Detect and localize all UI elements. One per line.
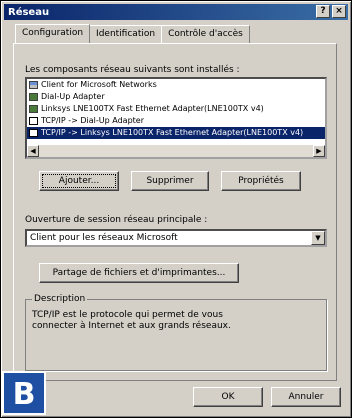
horizontal-scrollbar[interactable]: ◀ ▶ <box>27 145 325 157</box>
title-controls: ? × <box>316 5 346 18</box>
components-list[interactable]: Client for Microsoft Networks Dial-Up Ad… <box>25 77 327 159</box>
list-item[interactable]: Dial-Up Adapter <box>27 91 325 103</box>
scroll-right-icon[interactable]: ▶ <box>313 145 325 157</box>
list-item-selected[interactable]: TCP/IP -> Linksys LNE100TX Fast Ethernet… <box>27 127 325 139</box>
protocol-icon <box>29 129 38 137</box>
title-bar[interactable]: Réseau ? × <box>4 4 348 20</box>
components-label: Les composants réseau suivants sont inst… <box>25 65 240 75</box>
ok-button[interactable]: OK <box>193 387 263 407</box>
tab-strip: Configuration Identification Contrôle d'… <box>15 24 250 44</box>
network-dialog: Réseau ? × Configuration Identification … <box>0 0 352 418</box>
remove-button[interactable]: Supprimer <box>131 171 209 191</box>
list-item-label: Dial-Up Adapter <box>41 92 105 101</box>
list-item[interactable]: TCP/IP -> Dial-Up Adapter <box>27 115 325 127</box>
list-item[interactable]: Client for Microsoft Networks <box>27 79 325 91</box>
logon-select[interactable]: Client pour les réseaux Microsoft ▼ <box>25 229 327 247</box>
logon-label: Ouverture de session réseau principale : <box>25 215 208 225</box>
list-item[interactable]: Linksys LNE100TX Fast Ethernet Adapter(L… <box>27 103 325 115</box>
scroll-left-icon[interactable]: ◀ <box>27 145 39 157</box>
protocol-icon <box>29 117 38 125</box>
list-item-label: Client for Microsoft Networks <box>41 80 157 89</box>
list-item-label: TCP/IP -> Linksys LNE100TX Fast Ethernet… <box>41 128 304 137</box>
help-button[interactable]: ? <box>316 5 330 18</box>
close-button[interactable]: × <box>332 5 346 18</box>
cancel-button[interactable]: Annuler <box>271 387 341 407</box>
adapter-icon <box>29 93 38 101</box>
step-badge: B <box>2 371 46 415</box>
description-text: TCP/IP est le protocole qui permet de vo… <box>32 310 231 331</box>
file-sharing-button[interactable]: Partage de fichiers et d'imprimantes... <box>39 263 239 283</box>
description-group: Description TCP/IP est le protocole qui … <box>25 294 327 371</box>
window-title: Réseau <box>8 6 50 18</box>
client-icon <box>29 81 38 89</box>
add-button[interactable]: Ajouter... <box>39 171 119 191</box>
description-title: Description <box>32 294 88 304</box>
tab-access-control[interactable]: Contrôle d'accès <box>161 25 250 44</box>
tab-identification[interactable]: Identification <box>89 25 163 44</box>
properties-button[interactable]: Propriétés <box>221 171 301 191</box>
list-item-label: Linksys LNE100TX Fast Ethernet Adapter(L… <box>41 104 264 113</box>
adapter-icon <box>29 105 38 113</box>
chevron-down-icon[interactable]: ▼ <box>311 231 325 245</box>
list-item-label: TCP/IP -> Dial-Up Adapter <box>41 116 144 125</box>
tab-configuration[interactable]: Configuration <box>15 24 91 43</box>
logon-select-value: Client pour les réseaux Microsoft <box>30 233 178 243</box>
